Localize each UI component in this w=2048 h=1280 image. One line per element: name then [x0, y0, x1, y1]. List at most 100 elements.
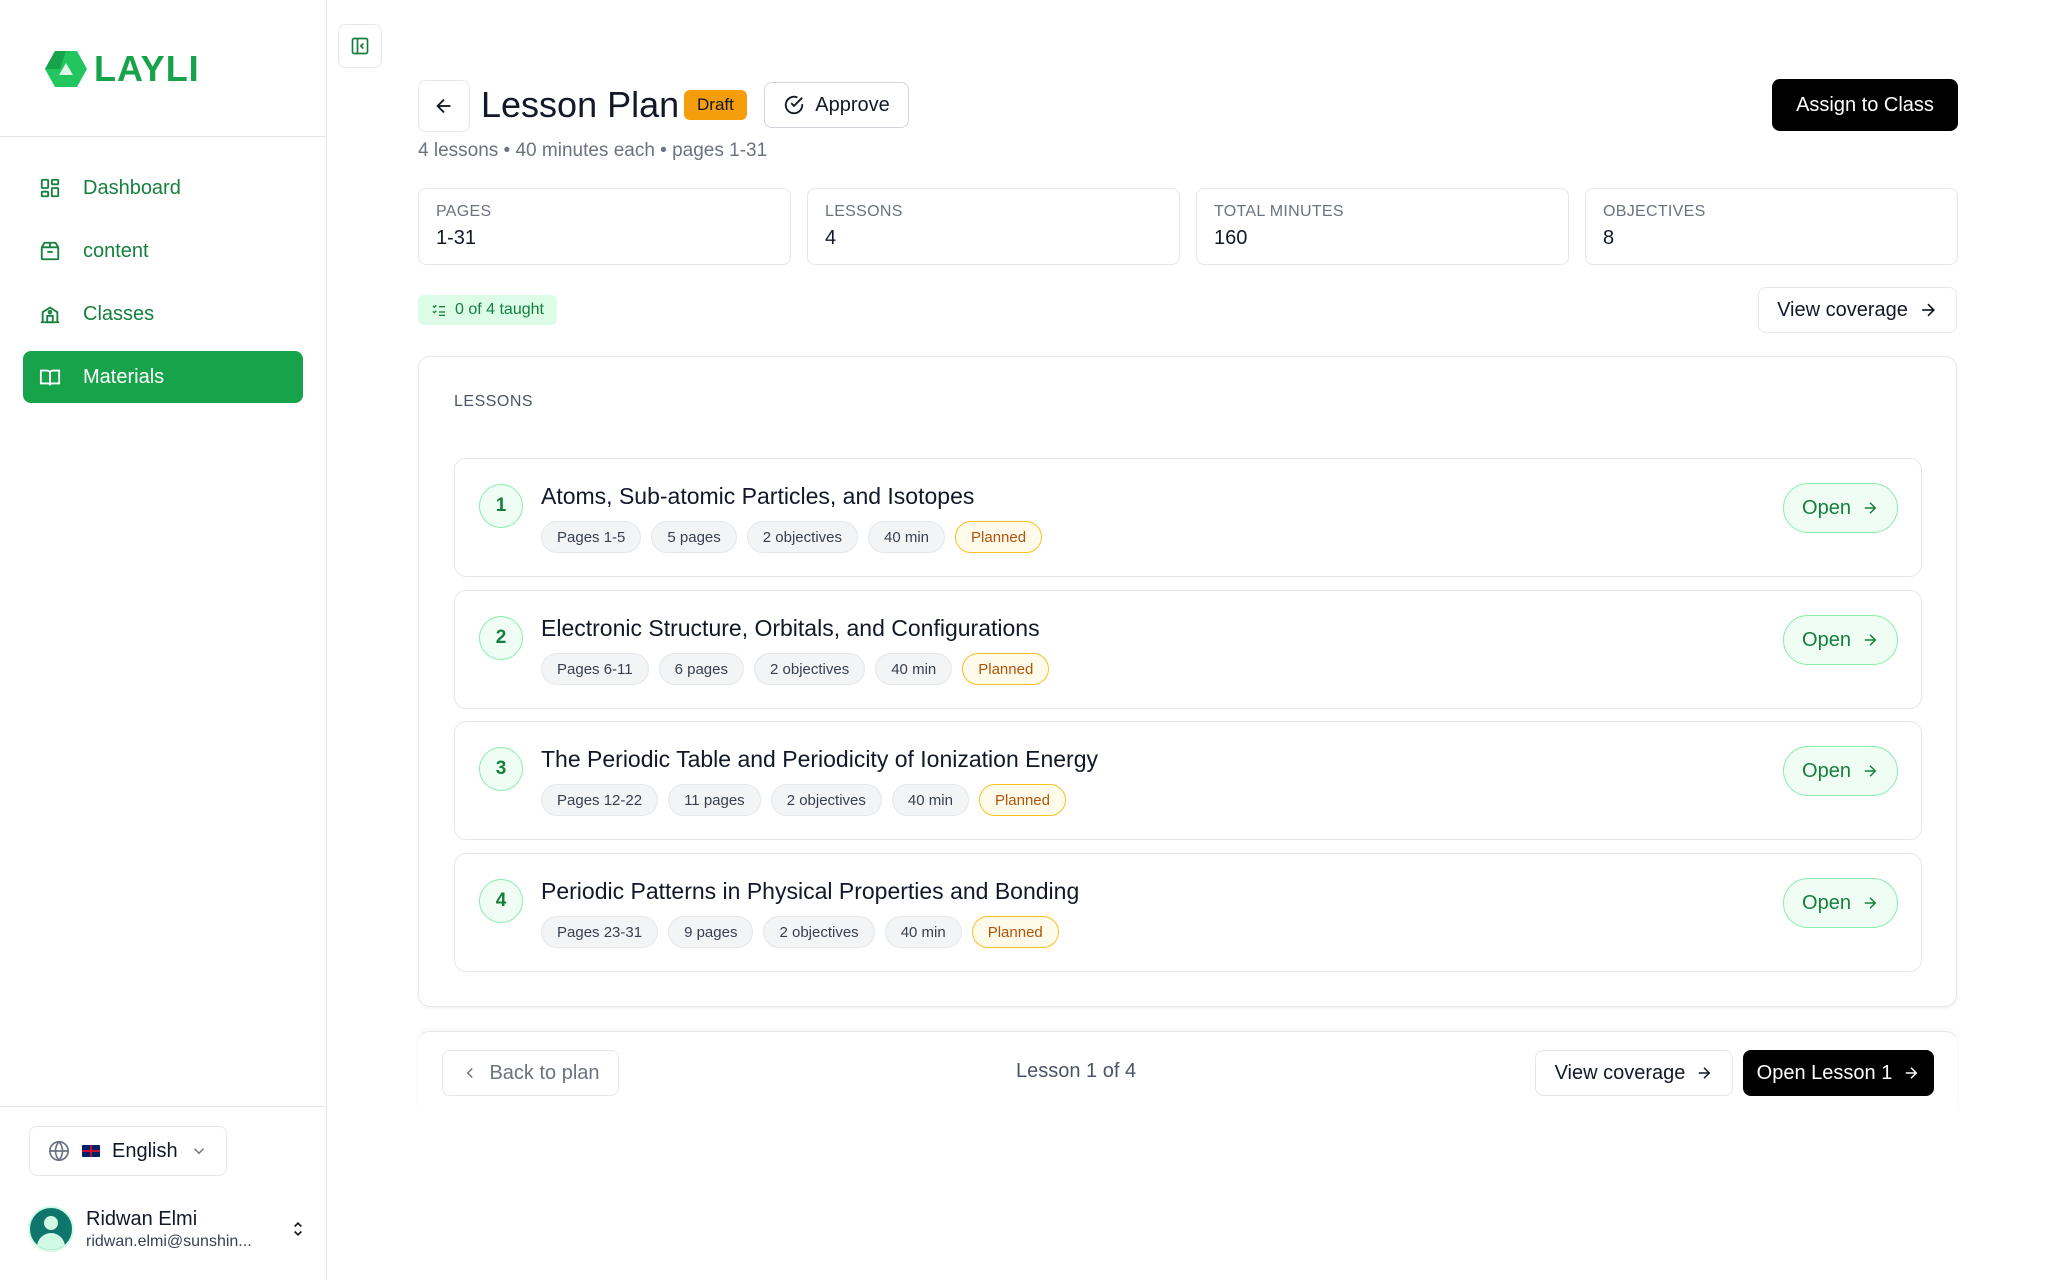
open-lesson-1-button[interactable]: Open Lesson 1: [1743, 1050, 1934, 1096]
pages-chip: Pages 23-31: [541, 916, 659, 948]
lesson-row: 4 Periodic Patterns in Physical Properti…: [454, 853, 1922, 972]
page-title: Lesson Plan: [481, 84, 680, 125]
package-icon: [40, 241, 60, 261]
duration-chip: 40 min: [868, 521, 946, 553]
section-heading: LESSONS: [454, 393, 534, 410]
status-badge: Draft: [684, 90, 747, 120]
sidebar-item-content[interactable]: content: [23, 225, 303, 277]
objectives-chip: 2 objectives: [754, 653, 866, 685]
lesson-number: 2: [479, 616, 523, 660]
lesson-number: 1: [479, 484, 523, 528]
lesson-meta: Pages 23-31 9 pages 2 objectives 40 min …: [541, 916, 1059, 948]
back-to-plan-button[interactable]: Back to plan: [442, 1050, 619, 1096]
back-button[interactable]: [418, 80, 470, 132]
lesson-row: 1 Atoms, Sub-atomic Particles, and Isoto…: [454, 458, 1922, 577]
open-label: Open: [1802, 496, 1851, 519]
stat-card-pages: PAGES 1-31: [418, 188, 791, 265]
lesson-title: Electronic Structure, Orbitals, and Conf…: [541, 615, 1040, 641]
lesson-title: Periodic Patterns in Physical Properties…: [541, 878, 1080, 904]
sidebar-item-label: Materials: [83, 365, 165, 388]
stat-label: LESSONS: [825, 203, 903, 220]
status-chip: Planned: [962, 653, 1050, 685]
arrow-right-icon: [1864, 634, 1877, 646]
pages-chip: Pages 1-5: [541, 521, 642, 553]
sidebar-item-materials[interactable]: Materials: [23, 351, 303, 403]
stat-label: TOTAL MINUTES: [1214, 203, 1344, 220]
lesson-position: Lesson 1 of 4: [1016, 1060, 1137, 1082]
user-menu[interactable]: Ridwan Elmi ridwan.elmi@sunshin...: [28, 1202, 308, 1256]
sidebar: LAYLI Dashboard content Classes Material…: [0, 0, 327, 1280]
stat-value: 160: [1214, 227, 1248, 249]
collapse-sidebar-button[interactable]: [338, 24, 382, 68]
lesson-title: Atoms, Sub-atomic Particles, and Isotope…: [541, 483, 975, 509]
plan-summary: 4 lessons • 40 minutes each • pages 1-31: [418, 140, 768, 161]
avatar: [28, 1206, 74, 1252]
school-icon: [40, 306, 60, 324]
open-label: Open: [1802, 891, 1851, 914]
arrow-right-icon: [1922, 303, 1935, 317]
open-lesson-label: Open Lesson 1: [1756, 1061, 1893, 1084]
book-open-icon: [39, 369, 61, 386]
view-coverage-button[interactable]: View coverage: [1758, 287, 1957, 333]
approve-label: Approve: [815, 93, 890, 116]
status-chip: Planned: [971, 916, 1059, 948]
sidebar-item-label: Dashboard: [83, 176, 181, 199]
open-lesson-button[interactable]: Open: [1783, 746, 1898, 796]
lesson-navigation-bar: Back to plan Lesson 1 of 4 View coverage…: [418, 1031, 1957, 1111]
back-to-plan-label: Back to plan: [489, 1061, 600, 1084]
arrow-right-icon: [1699, 1067, 1711, 1079]
pages-chip: Pages 6-11: [541, 653, 649, 685]
stat-card-objectives: OBJECTIVES 8: [1585, 188, 1958, 265]
arrow-left-icon: [436, 98, 451, 114]
stat-value: 1-31: [436, 227, 477, 249]
objectives-chip: 2 objectives: [763, 916, 875, 948]
stat-card-lessons: LESSONS 4: [807, 188, 1180, 265]
view-coverage-label: View coverage: [1554, 1061, 1686, 1084]
page-count-chip: 6 pages: [658, 653, 744, 685]
stat-value: 4: [825, 227, 837, 249]
duration-chip: 40 min: [891, 784, 969, 816]
language-select[interactable]: English: [29, 1126, 227, 1176]
lesson-row: 2 Electronic Structure, Orbitals, and Co…: [454, 590, 1922, 709]
logo-icon: [45, 51, 87, 87]
stat-card-total-minutes: TOTAL MINUTES 160: [1196, 188, 1569, 265]
approve-button[interactable]: Approve: [764, 82, 909, 128]
stat-value: 8: [1603, 227, 1615, 249]
page-count-chip: 11 pages: [668, 784, 761, 816]
divider: [0, 136, 327, 137]
user-email: ridwan.elmi@sunshin...: [86, 1232, 252, 1250]
logo[interactable]: LAYLI: [44, 48, 200, 90]
status-chip: Planned: [978, 784, 1066, 816]
sidebar-item-label: Classes: [83, 302, 155, 325]
page-count-chip: 5 pages: [651, 521, 737, 553]
lesson-number: 4: [479, 879, 523, 923]
page-count-chip: 9 pages: [668, 916, 754, 948]
globe-icon: [49, 1141, 69, 1162]
dashboard-icon: [40, 178, 60, 198]
sidebar-item-dashboard[interactable]: Dashboard: [23, 162, 303, 214]
sidebar-item-label: content: [83, 239, 149, 262]
view-coverage-button[interactable]: View coverage: [1535, 1050, 1733, 1096]
user-name: Ridwan Elmi: [86, 1207, 198, 1230]
arrow-right-icon: [1864, 765, 1877, 777]
open-lesson-button[interactable]: Open: [1783, 483, 1898, 533]
open-lesson-button[interactable]: Open: [1783, 615, 1898, 665]
taught-progress-label: 0 of 4 taught: [455, 301, 544, 318]
panel-left-close-icon: [351, 37, 369, 55]
lesson-number: 3: [479, 747, 523, 791]
sidebar-item-classes[interactable]: Classes: [23, 288, 303, 340]
divider: [0, 1106, 327, 1107]
view-coverage-label: View coverage: [1777, 298, 1908, 321]
lesson-title: The Periodic Table and Periodicity of Io…: [541, 746, 1099, 772]
chevron-left-icon: [467, 1067, 474, 1079]
lessons-card: LESSONS 1 Atoms, Sub-atomic Particles, a…: [418, 356, 1957, 1007]
check-circle-icon: [785, 95, 804, 115]
stat-label: PAGES: [436, 203, 492, 220]
arrow-right-icon: [1864, 897, 1877, 909]
duration-chip: 40 min: [884, 916, 962, 948]
open-lesson-button[interactable]: Open: [1783, 878, 1898, 928]
duration-chip: 40 min: [875, 653, 953, 685]
assign-to-class-button[interactable]: Assign to Class: [1772, 79, 1958, 131]
chevron-down-icon: [193, 1148, 204, 1155]
sidebar-nav: Dashboard content Classes Materials: [23, 162, 303, 414]
